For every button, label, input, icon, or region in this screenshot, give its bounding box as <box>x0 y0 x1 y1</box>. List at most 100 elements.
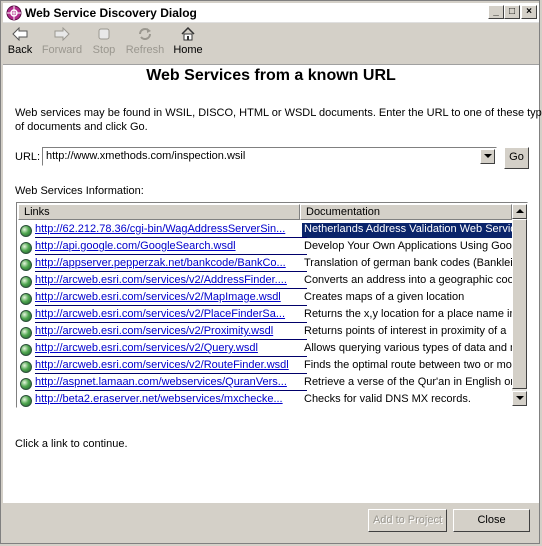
service-link[interactable]: http://beta2.eraserver.net/webservices/m… <box>35 393 310 405</box>
service-documentation: Netherlands Address Validation Web Servi… <box>302 223 512 238</box>
arrow-left-icon <box>0 26 42 43</box>
table-row[interactable]: http://aspnet.lamaan.com/webservices/Qur… <box>18 375 512 392</box>
home-button[interactable]: Home <box>166 26 210 56</box>
home-label: Home <box>173 44 203 56</box>
table-row[interactable]: http://arcweb.esri.com/services/v2/Place… <box>18 307 512 324</box>
stop-icon <box>82 27 126 43</box>
service-documentation: Creates maps of a given location <box>304 291 465 303</box>
service-link[interactable]: http://aspnet.lamaan.com/webservices/Qur… <box>35 376 310 388</box>
service-documentation: Develop Your Own Applications Using Goog… <box>304 240 512 252</box>
table-row[interactable]: http://arcweb.esri.com/services/v2/Route… <box>18 358 512 375</box>
url-input[interactable]: http://www.xmethods.com/inspection.wsil <box>46 150 245 162</box>
service-link[interactable]: http://api.google.com/GoogleSearch.wsdl <box>35 240 310 252</box>
window-title: Web Service Discovery Dialog <box>25 6 197 20</box>
link-underline <box>35 237 307 238</box>
services-label: Web Services Information: <box>15 185 144 197</box>
web-service-icon <box>20 361 32 373</box>
table-row[interactable]: http://api.google.com/GoogleSearch.wsdl D… <box>18 239 512 256</box>
url-label: URL: <box>15 151 41 163</box>
scroll-thumb[interactable] <box>512 219 527 389</box>
home-icon <box>166 26 210 43</box>
link-underline <box>35 305 307 306</box>
service-documentation: Returns points of interest in proximity … <box>304 325 507 337</box>
web-service-icon <box>20 310 32 322</box>
link-underline <box>35 271 307 272</box>
services-rows: http://62.212.78.36/cgi-bin/WagAddressSe… <box>18 222 512 407</box>
web-service-icon <box>20 293 32 305</box>
web-service-icon <box>20 395 32 407</box>
table-row[interactable]: http://beta2.eraserver.net/webservices/m… <box>18 392 512 407</box>
title-bar[interactable]: Web Service Discovery Dialog _ □ × <box>3 3 539 23</box>
table-row[interactable]: http://arcweb.esri.com/services/v2/Addre… <box>18 273 512 290</box>
app-icon <box>6 5 22 21</box>
service-documentation: Returns the x,y location for a place nam… <box>304 308 512 320</box>
link-underline <box>35 339 307 340</box>
back-button[interactable]: Back <box>0 26 42 56</box>
web-service-icon <box>20 259 32 271</box>
web-service-icon <box>20 344 32 356</box>
vertical-scrollbar[interactable] <box>512 204 527 406</box>
column-header-links[interactable]: Links <box>18 204 300 220</box>
service-documentation: Converts an address into a geographic co… <box>304 274 512 286</box>
instructions-line-2: of documents and click Go. <box>15 121 148 133</box>
services-list[interactable]: Links Documentation http://62.212.78.36/… <box>16 202 528 408</box>
stop-button[interactable]: Stop <box>82 27 126 56</box>
service-documentation: Translation of german bank codes (Bankle… <box>304 257 512 269</box>
web-service-icon <box>20 242 32 254</box>
chevron-down-icon <box>484 154 492 158</box>
table-row[interactable]: http://62.212.78.36/cgi-bin/WagAddressSe… <box>18 222 512 239</box>
content-pane: Web Services from a known URL Web servic… <box>3 65 542 503</box>
table-row[interactable]: http://arcweb.esri.com/services/v2/MapIm… <box>18 290 512 307</box>
hint-text: Click a link to continue. <box>15 438 128 450</box>
instructions: Web services may be found in WSIL, DISCO… <box>15 106 542 134</box>
service-link[interactable]: http://arcweb.esri.com/services/v2/Route… <box>35 359 310 371</box>
web-service-icon <box>20 225 32 237</box>
service-link[interactable]: http://62.212.78.36/cgi-bin/WagAddressSe… <box>35 223 310 235</box>
scroll-down-button[interactable] <box>512 391 527 406</box>
service-link[interactable]: http://arcweb.esri.com/services/v2/MapIm… <box>35 291 310 303</box>
chevron-up-icon <box>516 209 524 213</box>
table-row[interactable]: http://arcweb.esri.com/services/v2/Query… <box>18 341 512 358</box>
service-link[interactable]: http://arcweb.esri.com/services/v2/Addre… <box>35 274 310 286</box>
column-header-documentation[interactable]: Documentation <box>300 204 512 220</box>
service-documentation: Finds the optimal route between two or m… <box>304 359 512 371</box>
page-title: Web Services from a known URL <box>146 67 396 84</box>
stop-label: Stop <box>92 44 116 56</box>
service-link[interactable]: http://arcweb.esri.com/services/v2/Query… <box>35 342 310 354</box>
service-link[interactable]: http://arcweb.esri.com/services/v2/Place… <box>35 308 310 320</box>
service-documentation: Allows querying various types of data an… <box>304 342 512 354</box>
dialog-window: Web Service Discovery Dialog _ □ × Back … <box>0 0 542 544</box>
forward-label: Forward <box>41 44 83 56</box>
minimize-button[interactable]: _ <box>488 5 504 19</box>
table-row[interactable]: http://arcweb.esri.com/services/v2/Proxi… <box>18 324 512 341</box>
refresh-label: Refresh <box>125 44 165 56</box>
close-window-button[interactable]: × <box>521 5 537 19</box>
arrow-right-icon <box>40 26 84 43</box>
go-button[interactable]: Go <box>504 147 529 169</box>
add-to-project-button[interactable]: Add to Project <box>368 509 447 532</box>
refresh-icon <box>123 27 167 43</box>
web-service-icon <box>20 276 32 288</box>
maximize-button[interactable]: □ <box>504 5 520 19</box>
service-link[interactable]: http://appserver.pepperzak.net/bankcode/… <box>35 257 310 269</box>
link-underline <box>35 288 307 289</box>
service-documentation: Checks for valid DNS MX records. <box>304 393 471 405</box>
refresh-button[interactable]: Refresh <box>123 27 167 56</box>
web-service-icon <box>20 327 32 339</box>
table-row[interactable]: http://appserver.pepperzak.net/bankcode/… <box>18 256 512 273</box>
link-underline <box>35 356 307 357</box>
service-documentation: Retrieve a verse of the Qur'an in Englis… <box>304 376 512 388</box>
chevron-down-icon <box>516 396 524 400</box>
scroll-up-button[interactable] <box>512 204 527 219</box>
web-service-icon <box>20 378 32 390</box>
url-dropdown-button[interactable] <box>480 149 495 164</box>
service-link[interactable]: http://arcweb.esri.com/services/v2/Proxi… <box>35 325 310 337</box>
link-underline <box>35 254 307 255</box>
instructions-line-1: Web services may be found in WSIL, DISCO… <box>15 107 542 119</box>
url-combobox[interactable]: http://www.xmethods.com/inspection.wsil <box>42 147 497 166</box>
back-label: Back <box>7 44 33 56</box>
close-button[interactable]: Close <box>453 509 530 532</box>
toolbar: Back Forward Stop Refresh Home <box>3 24 539 65</box>
link-underline <box>35 322 307 323</box>
forward-button[interactable]: Forward <box>40 26 84 56</box>
